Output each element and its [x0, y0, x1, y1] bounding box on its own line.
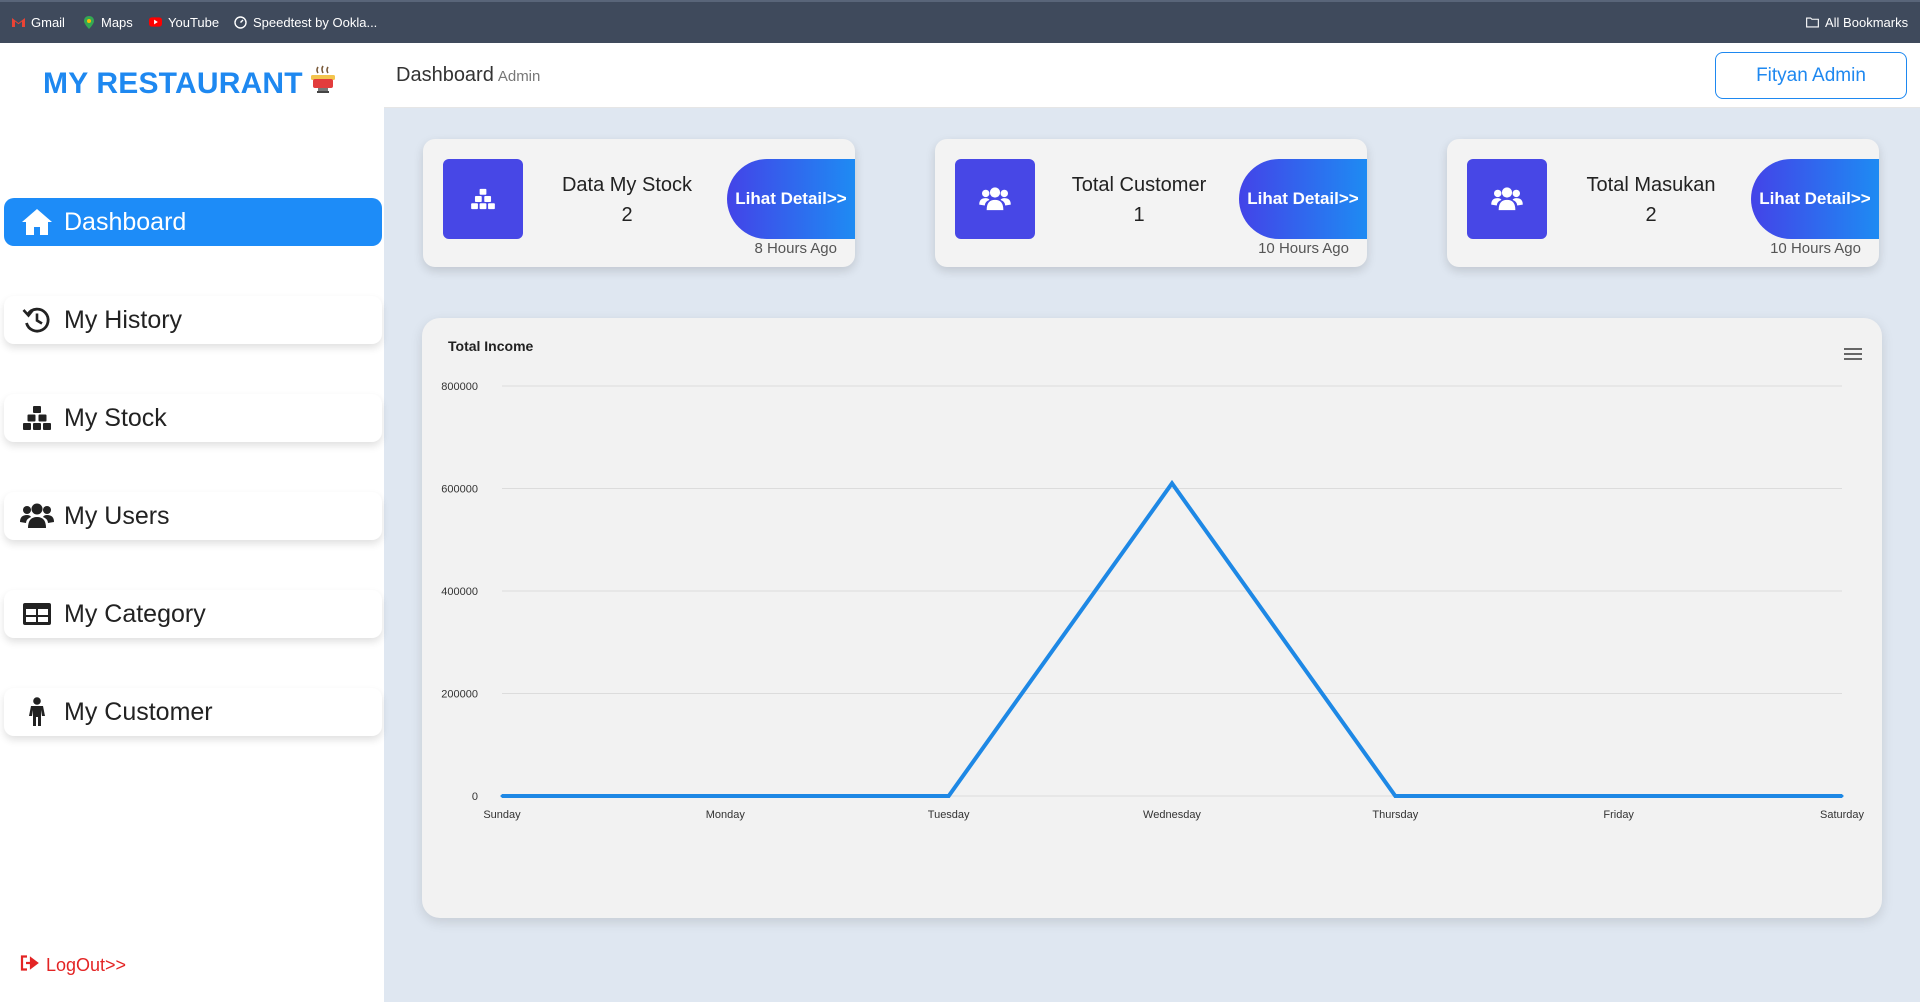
bookmark-speedtest[interactable]: Speedtest by Ookla... [234, 13, 377, 31]
sidebar-item-label: Dashboard [64, 207, 187, 236]
bookmark-youtube[interactable]: YouTube [149, 13, 219, 31]
user-account-button[interactable]: Fityan Admin [1715, 52, 1907, 99]
folder-icon [1806, 16, 1819, 29]
app-logo[interactable]: MY RESTAURANT [43, 65, 337, 103]
data-point [1393, 794, 1397, 798]
chart-menu-icon[interactable] [1844, 348, 1862, 362]
table-icon [20, 597, 54, 631]
sidebar-item-customer[interactable]: My Customer [4, 688, 382, 736]
bookmark-maps[interactable]: Maps [82, 13, 133, 31]
x-tick-label: Thursday [1372, 809, 1418, 821]
sidebar-item-label: My History [64, 305, 183, 334]
income-line-chart: 0 200000 400000 600000 800000 Sunday Monday Tue… [441, 381, 1865, 821]
person-icon [20, 695, 54, 729]
x-tick-label: Monday [706, 809, 746, 821]
speedtest-gauge-icon [234, 15, 247, 29]
bookmark-label: YouTube [168, 14, 220, 30]
sidebar-item-history[interactable]: My History [4, 296, 382, 344]
sidebar-item-label: My Category [64, 599, 206, 628]
stat-card-customer: Total Customer 1 Lihat Detail>> 10 Hours… [935, 139, 1367, 267]
sidebar-item-dashboard[interactable]: Dashboard [4, 198, 382, 246]
card-value: 2 [1645, 204, 1657, 226]
data-point [1840, 794, 1844, 798]
card-title: Total Customer [1071, 174, 1207, 196]
chart-title: Total Income [448, 338, 534, 354]
card-timestamp: 10 Hours Ago [1770, 240, 1861, 257]
data-point [723, 794, 727, 798]
stat-card-stock: Data My Stock 2 Lihat Detail>> 8 Hours A… [423, 139, 855, 267]
card-title: Total Masukan [1586, 174, 1716, 196]
income-chart-card: 0 200000 400000 600000 800000 Sunday Monday Tue… [422, 318, 1882, 918]
sidebar-item-users[interactable]: My Users [4, 492, 382, 540]
y-tick-label: 600000 [441, 484, 478, 496]
users-icon [20, 499, 54, 533]
x-tick-label: Friday [1603, 809, 1634, 821]
card-title: Data My Stock [561, 174, 693, 196]
cooking-pot-icon [309, 65, 337, 103]
all-bookmarks-button[interactable]: All Bookmarks [1806, 13, 1908, 31]
bookmark-label: Speedtest by Ookla... [253, 14, 378, 30]
data-point [500, 794, 504, 798]
bookmark-gmail[interactable]: Gmail [12, 13, 65, 31]
youtube-icon [149, 16, 162, 29]
card-timestamp: 10 Hours Ago [1258, 240, 1349, 257]
y-tick-label: 400000 [441, 586, 478, 598]
all-bookmarks-label: All Bookmarks [1825, 14, 1909, 30]
detail-button[interactable]: Lihat Detail>> [727, 159, 855, 239]
sidebar-item-category[interactable]: My Category [4, 590, 382, 638]
card-value: 1 [1133, 204, 1145, 226]
y-tick-label: 800000 [441, 381, 478, 393]
y-tick-label: 0 [472, 791, 478, 803]
sidebar-item-label: My Stock [64, 403, 167, 432]
boxes-icon [443, 159, 523, 239]
home-icon [20, 205, 54, 239]
sign-out-icon [20, 955, 40, 976]
top-header: Dashboard Admin Fityan Admin [384, 43, 1920, 108]
x-tick-label: Tuesday [928, 809, 970, 821]
sidebar-item-label: My Users [64, 501, 170, 530]
detail-button[interactable]: Lihat Detail>> [1751, 159, 1879, 239]
card-value: 2 [621, 204, 633, 226]
users-icon [955, 159, 1035, 239]
maps-pin-icon [82, 15, 95, 29]
page-subtitle: Admin [497, 68, 541, 85]
bookmark-label: Maps [101, 14, 133, 30]
x-tick-label: Saturday [1820, 809, 1865, 821]
card-timestamp: 8 Hours Ago [754, 240, 837, 257]
gmail-icon [12, 16, 25, 29]
y-tick-label: 200000 [441, 689, 478, 701]
bookmark-label: Gmail [31, 14, 65, 30]
history-icon [20, 303, 54, 337]
page-title: Dashboard Admin [396, 64, 540, 87]
x-tick-label: Wednesday [1143, 809, 1201, 821]
logout-label: LogOut>> [46, 955, 127, 975]
users-icon [1467, 159, 1547, 239]
data-point [1170, 481, 1174, 485]
detail-button[interactable]: Lihat Detail>> [1239, 159, 1367, 239]
stat-card-feedback: Total Masukan 2 Lihat Detail>> 10 Hours … [1447, 139, 1879, 267]
logout-link[interactable]: LogOut>> [20, 955, 126, 976]
page-title-text: Dashboard [396, 64, 494, 86]
data-point [947, 794, 951, 798]
x-tick-label: Sunday [483, 809, 521, 821]
sidebar-item-stock[interactable]: My Stock [4, 394, 382, 442]
series-line [502, 479, 1842, 798]
browser-top-edge [0, 0, 1920, 2]
logo-text: MY RESTAURANT [43, 67, 303, 100]
sidebar: MY RESTAURANT Dashboard My History My St… [0, 43, 384, 1002]
data-point [1617, 794, 1621, 798]
boxes-icon [20, 401, 54, 435]
sidebar-item-label: My Customer [64, 697, 213, 726]
bookmarks-bar: Gmail Maps YouTube Speedtest by Ookla...… [0, 0, 1920, 43]
